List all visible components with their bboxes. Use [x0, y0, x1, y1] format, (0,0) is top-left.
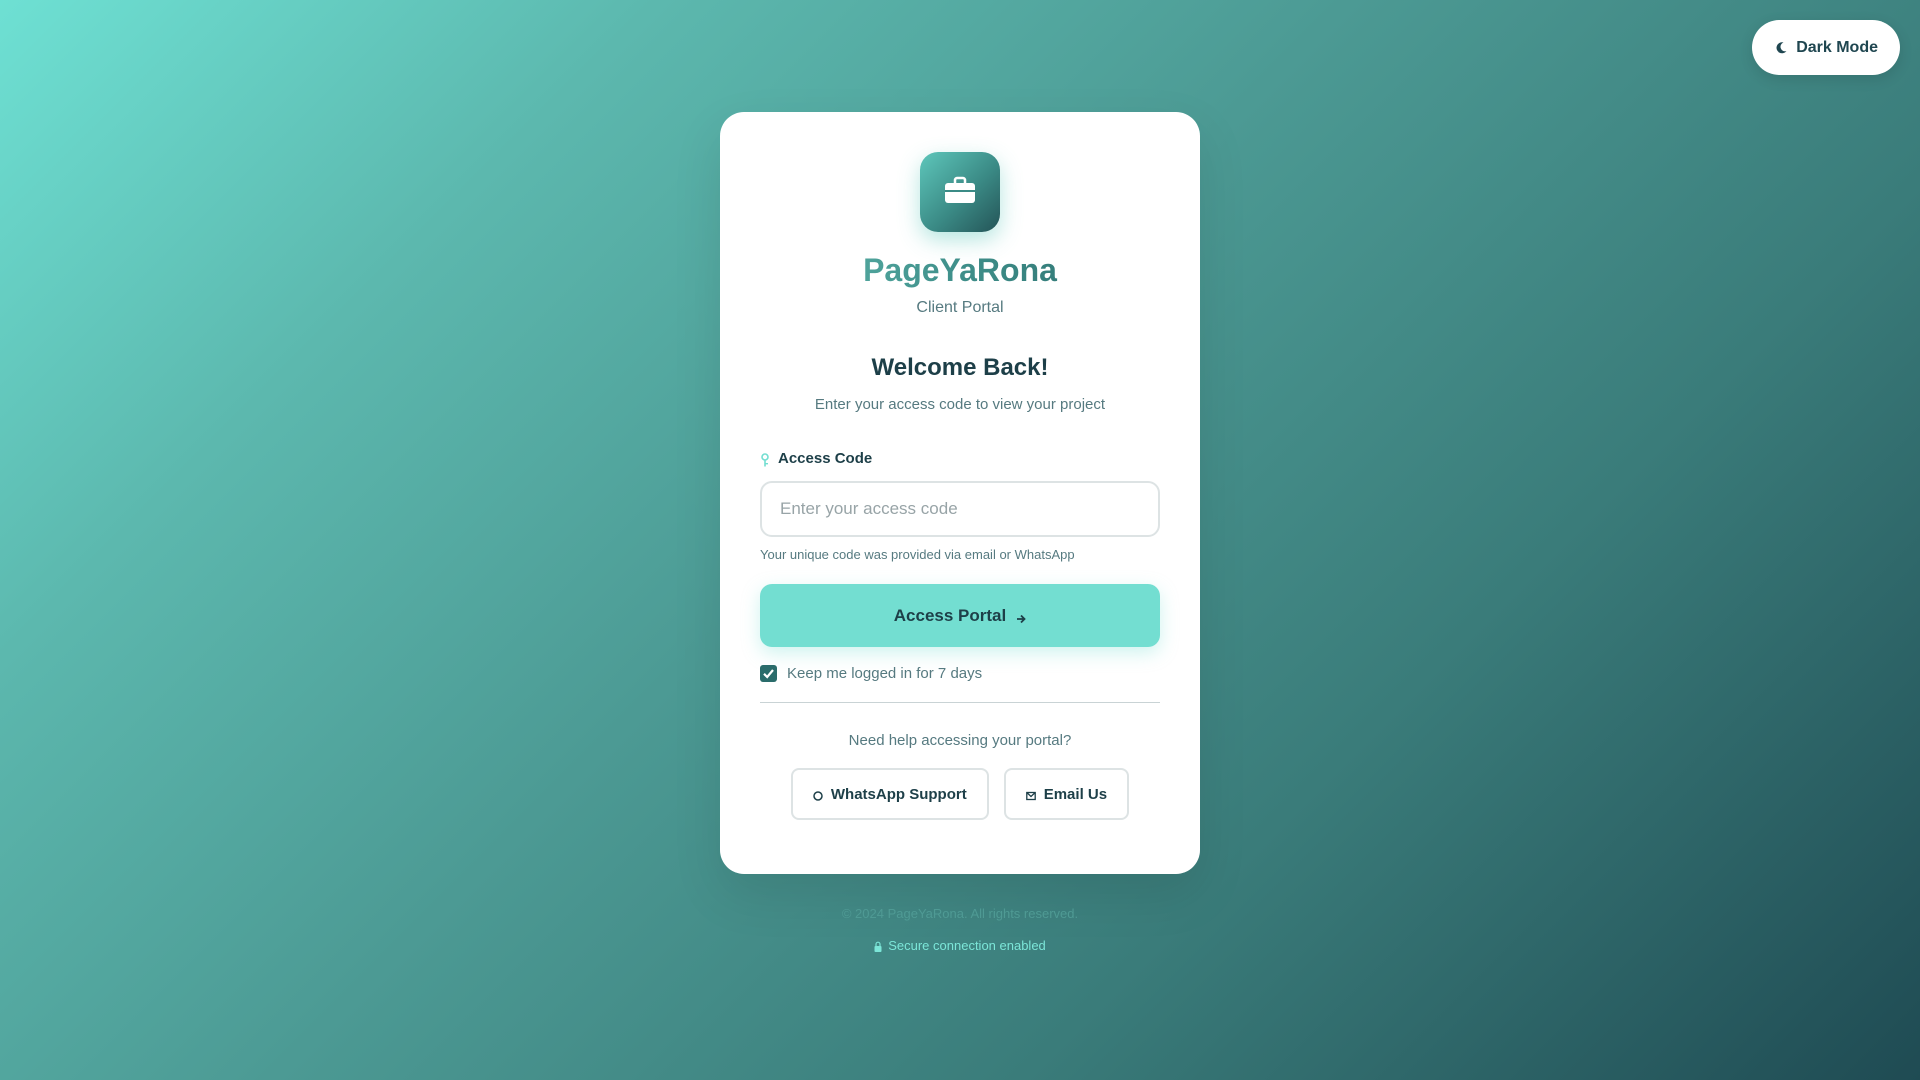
access-code-input[interactable] [760, 481, 1160, 537]
key-icon [760, 453, 770, 467]
whatsapp-icon [813, 789, 823, 803]
dark-mode-label: Dark Mode [1796, 38, 1878, 56]
envelope-icon [1025, 789, 1036, 803]
logo [920, 152, 1000, 232]
secure-text: Secure connection enabled [888, 938, 1046, 953]
remember-me-checkbox[interactable] [760, 665, 777, 682]
welcome-subtitle: Enter your access code to view your proj… [814, 396, 1106, 413]
access-code-hint: Your unique code was provided via email … [760, 547, 1075, 562]
remember-me-row: Keep me logged in for 7 days [760, 665, 1160, 682]
help-text: Need help accessing your portal? [848, 732, 1072, 749]
moon-icon [1774, 41, 1788, 55]
email-us-button[interactable]: Email Us [1003, 768, 1130, 820]
lock-icon [874, 941, 882, 953]
welcome-title: Welcome Back! [871, 354, 1049, 381]
access-code-label-row: Access Code [760, 449, 1160, 467]
footer-secure: Secure connection enabled [0, 938, 1920, 953]
brand-subtitle: Client Portal [916, 299, 1004, 316]
footer-copyright: © 2024 PageYaRona. All rights reserved. [841, 906, 1079, 921]
access-portal-label: Access Portal [893, 605, 1007, 625]
whatsapp-support-button[interactable]: WhatsApp Support [790, 768, 989, 820]
dark-mode-toggle[interactable]: Dark Mode [1752, 20, 1900, 75]
brand-name: PageYaRona [760, 252, 1160, 289]
login-card: PageYaRona Client Portal Welcome Back! E… [720, 112, 1200, 874]
remember-me-label[interactable]: Keep me logged in for 7 days [787, 665, 982, 682]
divider [760, 702, 1160, 703]
briefcase-icon [943, 175, 977, 210]
whatsapp-support-label: WhatsApp Support [830, 785, 967, 803]
access-code-label: Access Code [778, 449, 873, 467]
arrow-right-icon [1016, 611, 1026, 625]
email-us-label: Email Us [1043, 785, 1108, 803]
access-portal-button[interactable]: Access Portal [760, 584, 1160, 647]
support-buttons: WhatsApp Support Email Us [760, 768, 1160, 820]
